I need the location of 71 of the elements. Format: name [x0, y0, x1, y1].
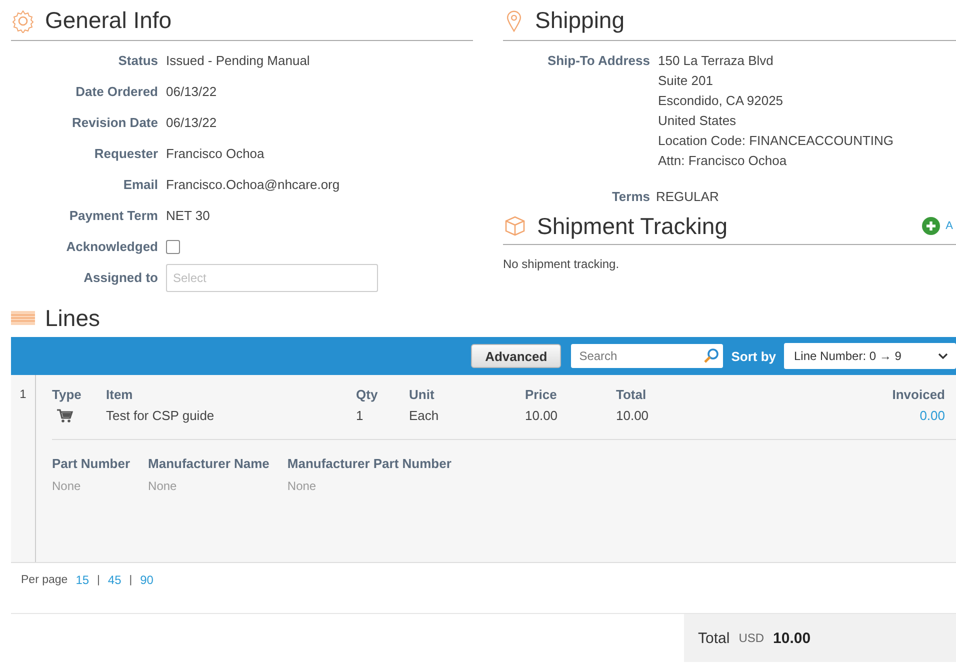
line-number: 1 — [20, 387, 26, 401]
advanced-button[interactable]: Advanced — [471, 344, 562, 368]
field-label: Email — [122, 176, 158, 194]
select-field[interactable]: Select — [166, 264, 378, 292]
address-line: 150 La Terraza Blvd — [658, 52, 774, 70]
checkbox[interactable] — [166, 240, 180, 254]
detail-value: None — [148, 479, 178, 493]
box-icon — [503, 214, 527, 238]
detail-label: Manufacturer Name — [148, 456, 270, 471]
field-label: Payment Term — [68, 207, 158, 225]
section-title: General Info — [45, 7, 172, 34]
sort-dropdown[interactable]: Line Number: 0 → 9 — [784, 343, 956, 369]
gear-icon — [11, 8, 35, 32]
sort-label: Sort by — [731, 348, 776, 364]
search-field[interactable]: Search — [571, 344, 724, 368]
column-header: Type — [52, 387, 82, 402]
field-label: Date Ordered — [74, 83, 158, 101]
field-value: 06/13/22 — [166, 114, 218, 132]
column-header: Invoiced — [892, 387, 945, 402]
add-link[interactable]: A — [946, 220, 953, 232]
table-cell-text: 1 — [356, 408, 364, 423]
cart-icon — [57, 408, 73, 422]
address-line: Suite 201 — [658, 72, 714, 90]
table-cell-text: 10.00 — [616, 408, 650, 423]
total-amount: 10.00 — [773, 630, 811, 646]
field-value: Issued - Pending Manual — [166, 52, 311, 70]
field-value: 06/13/22 — [166, 83, 218, 101]
currency-label: USD — [738, 631, 764, 645]
empty-message: No shipment tracking. — [503, 257, 620, 271]
address-line: Location Code: FINANCEACCOUNTING — [658, 132, 895, 150]
field-label: Requester — [93, 145, 158, 163]
total-label: Total — [698, 630, 730, 646]
separator: | — [97, 574, 100, 586]
field-value: REGULAR — [656, 188, 720, 206]
field-value: Francisco.Ochoa@nhcare.org — [166, 176, 341, 194]
column-header: Qty — [356, 387, 379, 402]
address-line: Escondido, CA 92025 — [658, 92, 784, 110]
section-title: Shipping — [535, 7, 625, 34]
field-label: Assigned to — [82, 269, 158, 287]
field-label: Revision Date — [71, 114, 158, 132]
field-label: Acknowledged — [65, 238, 158, 256]
detail-label: Part Number — [52, 456, 130, 471]
search-icon — [703, 348, 720, 364]
column-header: Unit — [409, 387, 436, 402]
field-label: Terms — [610, 188, 650, 206]
detail-value: None — [52, 479, 82, 493]
field-value: Francisco Ochoa — [166, 145, 266, 163]
per-page-link[interactable]: 90 — [140, 573, 154, 587]
per-page-link[interactable]: 45 — [108, 573, 122, 587]
add-icon[interactable] — [922, 217, 940, 235]
detail-label: Manufacturer Part Number — [287, 456, 452, 471]
field-label: Ship-To Address — [546, 52, 650, 70]
caret-icon — [938, 353, 948, 359]
table-cell-text: Test for CSP guide — [106, 408, 216, 423]
field-label: Status — [117, 52, 158, 70]
table-cell-text: Each — [409, 408, 440, 423]
column-header: Price — [525, 387, 558, 402]
separator: | — [129, 574, 132, 586]
column-header: Total — [616, 387, 648, 402]
lines-icon — [11, 311, 35, 325]
section-title: Shipment Tracking — [537, 212, 728, 240]
per-page-link[interactable]: 15 — [76, 573, 90, 587]
invoiced-link[interactable]: 0.00 — [920, 408, 945, 423]
table-cell-text: 10.00 — [525, 408, 559, 423]
section-title: Lines — [45, 304, 100, 332]
field-value: NET 30 — [166, 207, 211, 225]
address-line: United States — [658, 112, 738, 130]
column-header: Item — [106, 387, 134, 402]
per-page-label: Per page — [21, 574, 68, 586]
detail-value: None — [287, 479, 318, 493]
address-line: Attn: Francisco Ochoa — [658, 152, 788, 170]
